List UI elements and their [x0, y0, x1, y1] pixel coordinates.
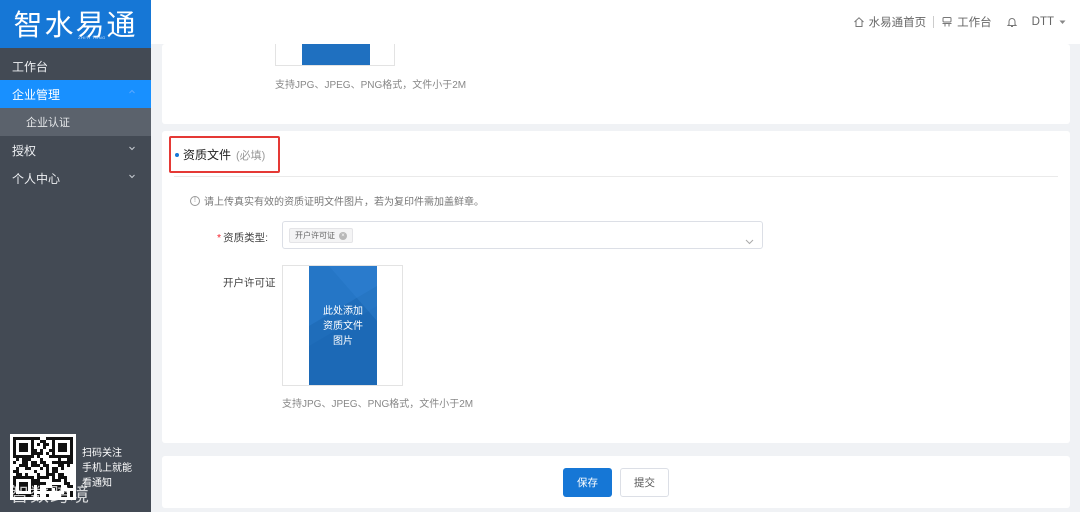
- chevron-up-icon: [129, 89, 135, 95]
- sidebar-item-label: 企业认证: [26, 117, 70, 129]
- action-bar: 保存 提交: [162, 456, 1070, 508]
- home-link[interactable]: 水易通首页: [853, 14, 927, 30]
- sidebar-item-personal-center[interactable]: 个人中心: [0, 164, 151, 192]
- top-header: 水易通首页 工作台 DTT: [151, 0, 1080, 44]
- save-button[interactable]: 保存: [563, 468, 612, 497]
- chevron-down-icon: [129, 145, 135, 151]
- sidebar-item-workbench[interactable]: 工作台: [0, 52, 151, 80]
- upload-tip: ! 请上传真实有效的资质证明文件图片，若为复印件需加盖鲜章。: [190, 193, 484, 208]
- section-title-text: 资质文件: [183, 148, 232, 162]
- sidebar-item-label: 授权: [12, 143, 37, 158]
- logo-upload-card: 支持JPG、JPEG、PNG格式，文件小于2M: [162, 44, 1070, 124]
- remove-tag-icon[interactable]: ×: [339, 231, 347, 240]
- upload-prompt-line: 此处添加: [323, 306, 363, 317]
- bullet-dot: [175, 152, 179, 157]
- qualification-card: 资质文件 (必填) ! 请上传真实有效的资质证明文件图片，若为复印件需加盖鲜章。…: [162, 131, 1070, 443]
- upload-hint: 支持JPG、JPEG、PNG格式，文件小于2M: [275, 80, 467, 91]
- sidebar: 智水易通 ZHIYI TONG 工作台 企业管理 企业认证 授权 个人中心 扫码…: [0, 0, 151, 512]
- workbench-link-label: 工作台: [957, 17, 992, 29]
- selected-tag-label: 开户许可证: [295, 231, 335, 240]
- chevron-down-icon: [745, 232, 754, 250]
- section-title: 资质文件 (必填): [169, 136, 280, 173]
- chevron-down-icon: [129, 173, 135, 179]
- license-label: 开户许可证: [223, 277, 276, 289]
- watermark: 智数跨境: [10, 485, 91, 506]
- section-divider: [174, 176, 1058, 177]
- bell-icon[interactable]: [1006, 16, 1018, 28]
- selected-tag: 开户许可证 ×: [289, 228, 353, 243]
- upload-hint: 支持JPG、JPEG、PNG格式，文件小于2M: [282, 399, 474, 410]
- sidebar-menu: 工作台 企业管理 企业认证 授权 个人中心: [0, 52, 151, 192]
- upload-placeholder: [302, 44, 370, 65]
- upload-prompt-line: 资质文件: [323, 321, 363, 332]
- user-menu[interactable]: DTT: [1032, 16, 1066, 28]
- qualification-type-label-text: 资质类型:: [223, 232, 269, 244]
- required-asterisk: *: [217, 232, 222, 244]
- sidebar-item-enterprise[interactable]: 企业管理: [0, 80, 151, 108]
- divider: [933, 16, 935, 28]
- qr-caption-line: 扫码关注: [82, 448, 122, 459]
- user-name: DTT: [1031, 16, 1054, 28]
- logo-subtext: ZHIYI TONG: [78, 35, 106, 40]
- home-icon: [853, 16, 865, 28]
- workbench-link[interactable]: 工作台: [941, 14, 992, 30]
- license-image-upload[interactable]: 此处添加 资质文件 图片: [282, 265, 403, 386]
- upload-prompt-line: 图片: [333, 336, 353, 347]
- qr-caption-line: 手机上就能: [82, 463, 132, 474]
- logo[interactable]: 智水易通 ZHIYI TONG: [0, 0, 151, 48]
- sidebar-item-label: 工作台: [12, 59, 49, 74]
- sidebar-item-label: 个人中心: [12, 171, 61, 186]
- required-note: (必填): [236, 149, 266, 162]
- upload-placeholder: 此处添加 资质文件 图片: [309, 266, 377, 385]
- tip-text: 请上传真实有效的资质证明文件图片，若为复印件需加盖鲜章。: [204, 197, 484, 208]
- qualification-type-select[interactable]: 开户许可证 ×: [282, 221, 763, 249]
- upload-prompt: 此处添加 资质文件 图片: [309, 304, 377, 349]
- home-link-label: 水易通首页: [868, 17, 927, 29]
- sidebar-item-authorization[interactable]: 授权: [0, 136, 151, 164]
- workbench-icon: [941, 16, 953, 28]
- header-actions: 水易通首页 工作台 DTT: [853, 14, 1066, 30]
- qualification-type-label: * 资质类型:: [217, 230, 268, 245]
- image-upload-preview[interactable]: [275, 44, 395, 66]
- submit-button[interactable]: 提交: [620, 468, 669, 497]
- sidebar-item-enterprise-cert[interactable]: 企业认证: [0, 108, 151, 136]
- caret-down-icon: [1059, 16, 1066, 28]
- sidebar-item-label: 企业管理: [12, 87, 61, 102]
- info-icon: !: [190, 195, 200, 206]
- logo-text: 智水易通: [13, 8, 138, 42]
